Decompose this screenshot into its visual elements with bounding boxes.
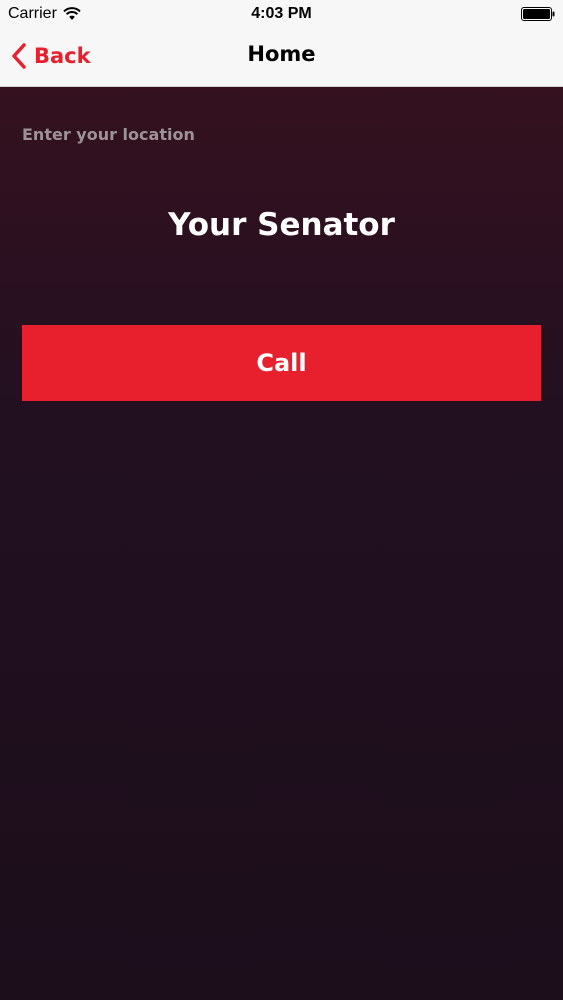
call-button[interactable]: Call (22, 325, 541, 401)
main-content: Your Senator Call (0, 87, 563, 1000)
location-input[interactable] (22, 121, 541, 147)
status-time: 4:03 PM (251, 5, 312, 22)
status-bar: Carrier 4:03 PM (0, 0, 563, 28)
page-title: Home (247, 42, 316, 66)
navigation-bar: Back Home (0, 28, 563, 87)
battery-icon (521, 7, 555, 21)
senator-heading: Your Senator (168, 207, 395, 243)
